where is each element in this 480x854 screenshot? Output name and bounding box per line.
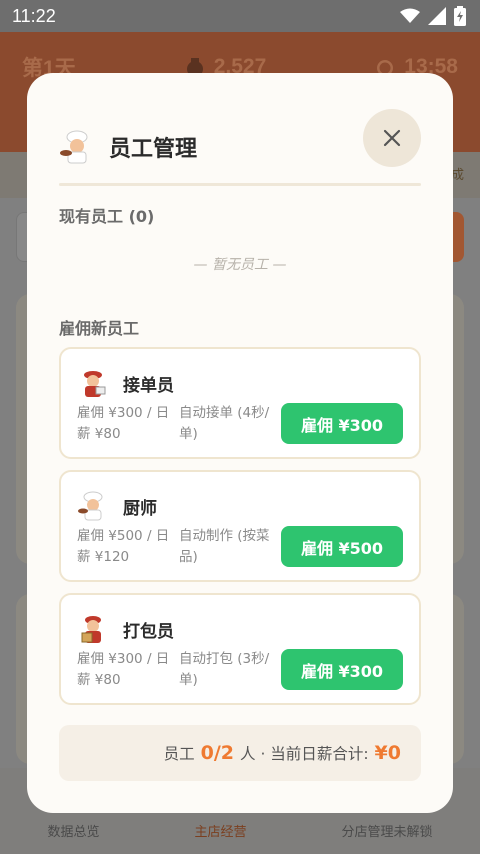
nav-main-store[interactable]: 主店经营 — [194, 821, 246, 840]
staff-effect: 自动接单 (4秒/单) — [179, 405, 270, 442]
modal-header: 员工管理 — [59, 109, 421, 185]
staff-cost: 雇佣 ¥300 / 日薪 ¥80 — [77, 405, 170, 442]
order-taker-icon — [84, 371, 106, 397]
staff-summary: 员工 0/2 人 · 当前日薪合计: ¥0 — [59, 725, 421, 781]
hire-chef-button[interactable]: 雇佣 ¥500 — [281, 526, 403, 567]
hire-section-label: 雇佣新员工 — [59, 319, 140, 338]
close-button[interactable] — [363, 109, 421, 167]
staff-card-packer: 打包员 雇佣 ¥300 / 日薪 ¥80 自动打包 (3秒/单) 雇佣 ¥300 — [59, 593, 421, 705]
staff-card-chef: 厨师 雇佣 ¥500 / 日薪 ¥120 自动制作 (按菜品) 雇佣 ¥500 — [59, 470, 421, 582]
summary-prefix: 员工 — [163, 745, 195, 763]
staff-effect: 自动打包 (3秒/单) — [179, 651, 270, 688]
staff-count: 0/2 — [200, 742, 235, 764]
staff-effect: 自动制作 (按菜品) — [179, 528, 270, 565]
empty-staff-text: — 暂无员工 — — [193, 257, 287, 273]
battery-icon — [454, 6, 466, 26]
wifi-icon — [400, 8, 420, 23]
staff-name: 打包员 — [123, 621, 174, 642]
nav-branch-locked[interactable]: 分店管理未解锁 — [341, 821, 432, 840]
hire-packer-button[interactable]: 雇佣 ¥300 — [281, 649, 403, 690]
staff-name: 接单员 — [123, 375, 174, 396]
chef-icon — [78, 491, 103, 521]
staff-cost: 雇佣 ¥500 / 日薪 ¥120 — [77, 528, 170, 565]
current-staff-label: 现有员工 (0) — [59, 207, 155, 226]
status-icons — [400, 6, 466, 26]
staff-cost: 雇佣 ¥300 / 日薪 ¥80 — [77, 651, 170, 688]
status-bar: 11:22 — [0, 0, 480, 32]
nav-overview[interactable]: 数据总览 — [47, 821, 99, 840]
chef-icon — [60, 130, 88, 164]
daily-salary-total: ¥0 — [374, 742, 401, 764]
header-divider — [59, 183, 421, 186]
status-time: 11:22 — [12, 5, 56, 26]
staff-name: 厨师 — [123, 498, 157, 519]
close-icon — [383, 129, 401, 147]
modal-title: 员工管理 — [109, 137, 198, 162]
signal-icon — [428, 7, 446, 25]
summary-middle: 人 · 当前日薪合计: — [240, 745, 369, 763]
packer-icon — [81, 616, 101, 643]
staff-card-order-taker: 接单员 雇佣 ¥300 / 日薪 ¥80 自动接单 (4秒/单) 雇佣 ¥300 — [59, 347, 421, 459]
staff-management-modal: 员工管理 现有员工 (0) — 暂无员工 — 雇佣新员工 接单员 雇佣 ¥300… — [27, 73, 453, 813]
hire-order-taker-button[interactable]: 雇佣 ¥300 — [281, 403, 403, 444]
